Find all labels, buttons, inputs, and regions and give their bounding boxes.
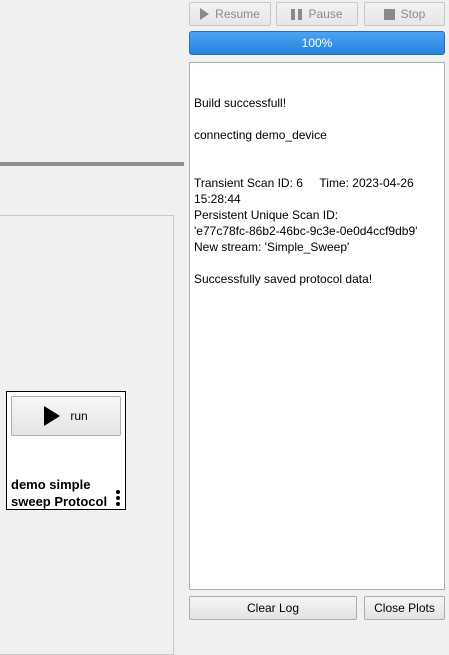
pause-button[interactable]: Pause xyxy=(276,2,358,26)
resume-button[interactable]: Resume xyxy=(189,2,271,26)
protocol-name: demo simple sweep Protocol xyxy=(11,477,108,509)
log-line: 15:28:44 xyxy=(194,192,241,206)
stop-button[interactable]: Stop xyxy=(364,2,445,26)
log-output[interactable]: Build successfull! connecting demo_device… xyxy=(189,62,445,590)
stop-label: Stop xyxy=(400,7,426,21)
clear-log-label: Clear Log xyxy=(246,601,300,615)
progress-label: 100% xyxy=(301,36,333,50)
log-line: New stream: 'Simple_Sweep' xyxy=(194,240,350,254)
progress-bar: 100% xyxy=(189,31,445,55)
clear-log-button[interactable]: Clear Log xyxy=(189,596,357,620)
close-plots-label: Close Plots xyxy=(374,601,435,615)
log-line: Persistent Unique Scan ID: xyxy=(194,208,339,222)
stop-icon xyxy=(383,8,395,20)
log-line: Successfully saved protocol data! xyxy=(194,272,373,286)
log-line: Transient Scan ID: 6 Time: 2023-04-26 xyxy=(194,176,414,190)
protocol-card: run demo simple sweep Protocol xyxy=(6,391,126,510)
play-icon xyxy=(200,8,210,20)
kebab-menu-icon[interactable] xyxy=(115,490,121,508)
pause-icon xyxy=(291,8,303,20)
log-line: Build successfull! xyxy=(194,96,287,110)
resume-label: Resume xyxy=(215,7,260,21)
log-line: 'e77c78fc-86b2-46bc-9c3e-0e0d4ccf9db9' xyxy=(194,224,418,238)
run-button[interactable]: run xyxy=(11,396,121,436)
log-line: connecting demo_device xyxy=(194,128,327,142)
splitter-handle[interactable] xyxy=(0,162,184,166)
play-icon xyxy=(44,406,61,426)
close-plots-button[interactable]: Close Plots xyxy=(364,596,445,620)
run-label: run xyxy=(70,409,88,423)
pause-label: Pause xyxy=(308,7,343,21)
